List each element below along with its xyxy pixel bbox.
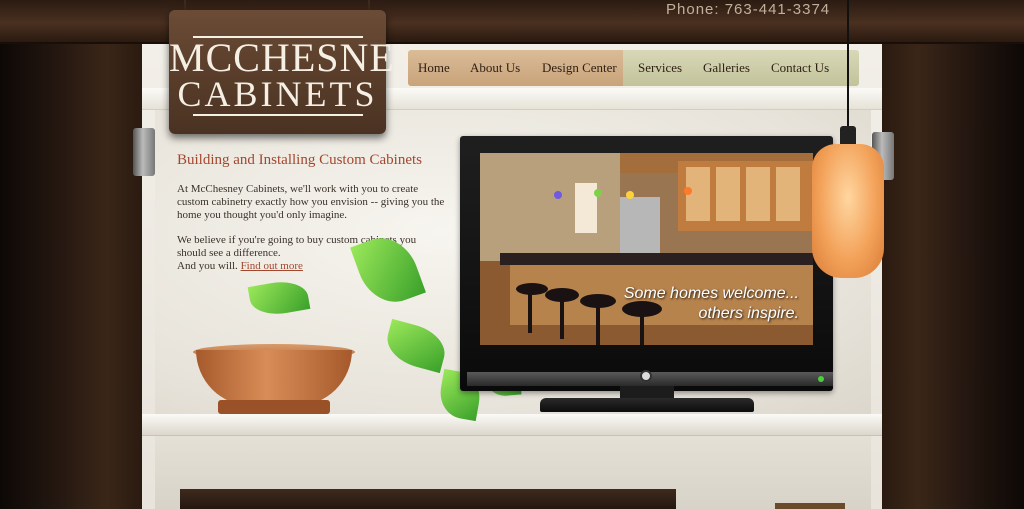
lamp-cord [847,0,849,130]
nav-home[interactable]: Home [418,50,450,86]
nav-galleries[interactable]: Galleries [703,50,750,86]
logo-rule-bottom [193,114,363,116]
pendant-lamp-icon [812,144,884,278]
nav-design-center[interactable]: Design Center [542,50,617,86]
lower-decor [775,503,845,509]
tv-stand-base [540,398,754,412]
logo-text-line2: CABINETS [177,74,378,114]
power-button-icon [640,370,652,382]
tv-tagline-line2: others inspire. [698,305,800,322]
tv-power-led-icon [818,376,824,382]
intro-paragraph: At McChesney Cabinets, we'll work with y… [177,183,445,221]
site-logo[interactable]: MCCHESNEY CABINETS [169,10,425,134]
middle-shelf [142,414,884,436]
left-cabinet-frame [0,0,142,509]
plant-pot-base [218,400,330,414]
page-heading: Building and Installing Custom Cabinets [177,152,422,168]
nav-contact-us[interactable]: Contact Us [771,50,829,86]
right-cabinet-frame [882,0,1024,509]
lower-picture-frame [180,489,676,509]
and-you-will-text: And you will. [177,260,238,272]
lamp-cap [840,126,856,146]
phone-number: Phone: 763-441-3374 [666,1,831,18]
kitchen-photo[interactable]: Some homes welcome... others inspire. [480,153,813,345]
logo-text-line1: MCCHESNEY [169,35,425,80]
top-cabinet-frame [0,0,1024,44]
find-out-more-link[interactable]: Find out more [241,260,303,272]
nav-services[interactable]: Services [638,50,682,86]
left-hinge-icon [133,128,155,176]
tv-tagline-line1: Some homes welcome... [623,285,799,302]
nav-about-us[interactable]: About Us [470,50,520,86]
